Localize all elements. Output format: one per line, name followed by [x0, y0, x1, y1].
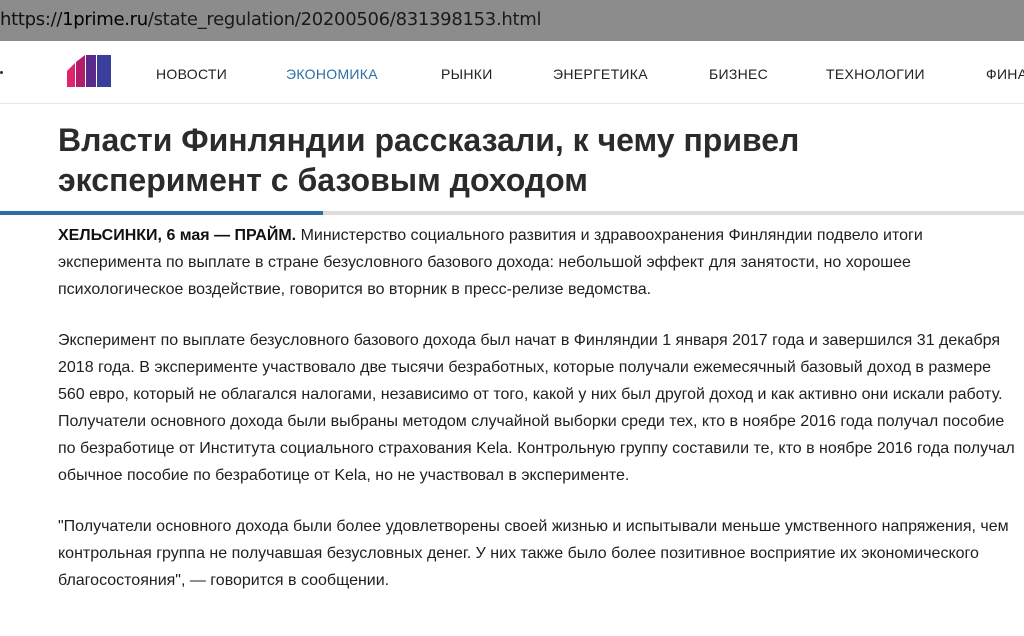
url-path: /state_regulation/20200506/831398153.htm…	[147, 9, 542, 30]
article-quote-paragraph: "Получатели основного дохода были более …	[58, 518, 1009, 589]
reading-progress-fill	[0, 211, 323, 215]
nav-item-finance[interactable]: ФИНА	[986, 66, 1024, 82]
menu-edge-icon[interactable]	[0, 71, 3, 74]
site-logo[interactable]	[67, 55, 111, 87]
url-domain: 1prime.ru	[62, 9, 148, 30]
nav-item-news[interactable]: НОВОСТИ	[156, 66, 227, 82]
logo-bar-3	[86, 55, 96, 87]
nav-item-markets[interactable]: РЫНКИ	[441, 66, 493, 82]
nav-item-technology[interactable]: ТЕХНОЛОГИИ	[826, 66, 925, 82]
browser-address-bar[interactable]: https://1prime.ru/state_regulation/20200…	[0, 0, 1024, 41]
logo-bar-1	[67, 63, 75, 87]
article-paragraph: Эксперимент по выплате безусловного базо…	[58, 332, 1015, 484]
article-dateline: ХЕЛЬСИНКИ, 6 мая — ПРАЙМ.	[58, 227, 297, 244]
logo-bar-2	[76, 55, 85, 87]
url-text[interactable]: https://1prime.ru/state_regulation/20200…	[0, 9, 541, 30]
nav-item-energy[interactable]: ЭНЕРГЕТИКА	[553, 66, 648, 82]
reading-progress-bar	[0, 211, 1024, 215]
nav-item-business[interactable]: БИЗНЕС	[709, 66, 768, 82]
logo-bar-4	[97, 55, 111, 87]
article-lead-paragraph: ХЕЛЬСИНКИ, 6 мая — ПРАЙМ. Министерство с…	[58, 222, 1018, 303]
url-scheme: https://	[0, 9, 63, 30]
article-title: Власти Финляндии рассказали, к чему прив…	[58, 122, 800, 198]
nav-item-economy[interactable]: ЭКОНОМИКА	[286, 66, 378, 82]
article-body: ХЕЛЬСИНКИ, 6 мая — ПРАЙМ. Министерство с…	[58, 222, 1018, 618]
